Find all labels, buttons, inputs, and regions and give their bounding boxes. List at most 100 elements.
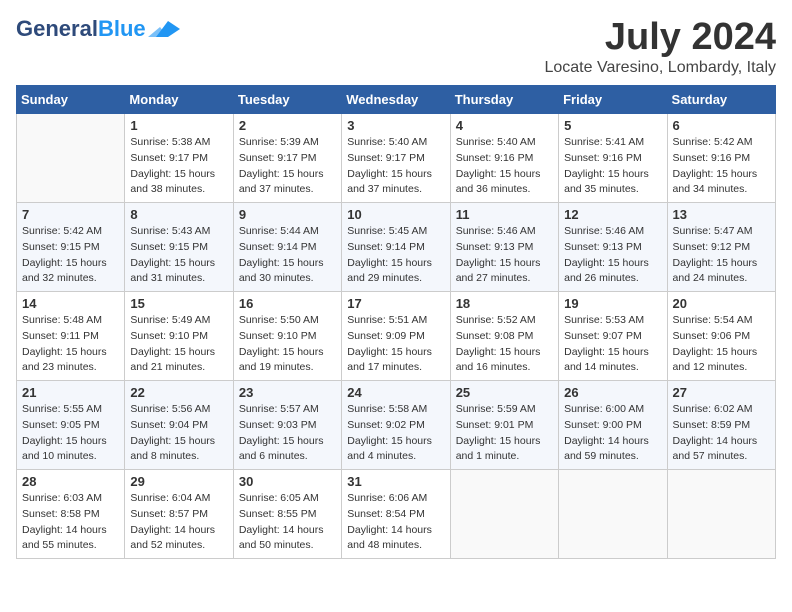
calendar-cell: 8 Sunrise: 5:43 AMSunset: 9:15 PMDaylight… [125,203,233,292]
calendar-cell [450,470,558,559]
day-number: 5 [564,118,661,133]
day-info: Sunrise: 6:06 AMSunset: 8:54 PMDaylight:… [347,491,444,554]
calendar-cell [559,470,667,559]
day-info: Sunrise: 5:38 AMSunset: 9:17 PMDaylight:… [130,135,227,198]
weekday-header-thursday: Thursday [450,86,558,114]
calendar-week-row: 14 Sunrise: 5:48 AMSunset: 9:11 PMDayligh… [17,292,776,381]
day-info: Sunrise: 5:46 AMSunset: 9:13 PMDaylight:… [564,224,661,287]
calendar-week-row: 7 Sunrise: 5:42 AMSunset: 9:15 PMDaylight… [17,203,776,292]
day-number: 1 [130,118,227,133]
calendar-cell: 16Sunrise: 5:50 AMSunset: 9:10 PMDayligh… [233,292,341,381]
day-info: Sunrise: 5:43 AMSunset: 9:15 PMDaylight:… [130,224,227,287]
day-info: Sunrise: 5:40 AMSunset: 9:16 PMDaylight:… [456,135,553,198]
calendar-cell: 6Sunrise: 5:42 AMSunset: 9:16 PMDaylight… [667,114,775,203]
calendar-cell: 20 Sunrise: 5:54 AMSunset: 9:06 PMDayligh… [667,292,775,381]
day-number: 6 [673,118,770,133]
calendar-cell: 14 Sunrise: 5:48 AMSunset: 9:11 PMDayligh… [17,292,125,381]
calendar-cell: 9 Sunrise: 5:44 AMSunset: 9:14 PMDaylight… [233,203,341,292]
day-number: 11 [456,207,553,222]
month-title: July 2024 [544,16,776,59]
calendar-cell: 12Sunrise: 5:46 AMSunset: 9:13 PMDayligh… [559,203,667,292]
weekday-header-tuesday: Tuesday [233,86,341,114]
calendar-cell: 25Sunrise: 5:59 AMSunset: 9:01 PMDayligh… [450,381,558,470]
day-number: 2 [239,118,336,133]
day-info: Sunrise: 5:42 AMSunset: 9:15 PMDaylight:… [22,224,119,287]
calendar-cell: 18 Sunrise: 5:52 AMSunset: 9:08 PMDayligh… [450,292,558,381]
day-info: Sunrise: 5:40 AMSunset: 9:17 PMDaylight:… [347,135,444,198]
day-number: 17 [347,296,444,311]
day-info: Sunrise: 5:48 AMSunset: 9:11 PMDaylight:… [22,313,119,376]
day-info: Sunrise: 5:54 AMSunset: 9:06 PMDaylight:… [673,313,770,376]
calendar-cell: 1 Sunrise: 5:38 AMSunset: 9:17 PMDaylight… [125,114,233,203]
calendar-cell: 5 Sunrise: 5:41 AMSunset: 9:16 PMDaylight… [559,114,667,203]
day-info: Sunrise: 5:52 AMSunset: 9:08 PMDaylight:… [456,313,553,376]
calendar-cell: 31Sunrise: 6:06 AMSunset: 8:54 PMDayligh… [342,470,450,559]
day-number: 14 [22,296,119,311]
day-number: 30 [239,474,336,489]
calendar-cell: 22Sunrise: 5:56 AMSunset: 9:04 PMDayligh… [125,381,233,470]
weekday-header-monday: Monday [125,86,233,114]
day-number: 29 [130,474,227,489]
day-info: Sunrise: 5:58 AMSunset: 9:02 PMDaylight:… [347,402,444,465]
calendar-table: SundayMondayTuesdayWednesdayThursdayFrid… [16,85,776,559]
logo-icon [148,19,180,39]
day-info: Sunrise: 6:05 AMSunset: 8:55 PMDaylight:… [239,491,336,554]
header: General Blue July 2024 Locate Varesino, … [16,16,776,77]
calendar-cell [17,114,125,203]
day-number: 28 [22,474,119,489]
calendar-cell: 21Sunrise: 5:55 AMSunset: 9:05 PMDayligh… [17,381,125,470]
day-number: 13 [673,207,770,222]
day-number: 27 [673,385,770,400]
calendar-cell: 13 Sunrise: 5:47 AMSunset: 9:12 PMDayligh… [667,203,775,292]
day-number: 15 [130,296,227,311]
calendar-cell: 29Sunrise: 6:04 AMSunset: 8:57 PMDayligh… [125,470,233,559]
day-info: Sunrise: 5:53 AMSunset: 9:07 PMDaylight:… [564,313,661,376]
title-block: July 2024 Locate Varesino, Lombardy, Ita… [544,16,776,77]
calendar-cell: 2 Sunrise: 5:39 AMSunset: 9:17 PMDaylight… [233,114,341,203]
calendar-header: SundayMondayTuesdayWednesdayThursdayFrid… [17,86,776,114]
weekday-header-sunday: Sunday [17,86,125,114]
calendar-cell: 10Sunrise: 5:45 AMSunset: 9:14 PMDayligh… [342,203,450,292]
day-info: Sunrise: 5:46 AMSunset: 9:13 PMDaylight:… [456,224,553,287]
day-number: 3 [347,118,444,133]
day-info: Sunrise: 5:47 AMSunset: 9:12 PMDaylight:… [673,224,770,287]
day-info: Sunrise: 5:51 AMSunset: 9:09 PMDaylight:… [347,313,444,376]
weekday-header-wednesday: Wednesday [342,86,450,114]
day-number: 20 [673,296,770,311]
day-number: 8 [130,207,227,222]
weekday-header-row: SundayMondayTuesdayWednesdayThursdayFrid… [17,86,776,114]
calendar-cell: 27Sunrise: 6:02 AMSunset: 8:59 PMDayligh… [667,381,775,470]
logo: General Blue [16,16,180,42]
calendar-cell: 26Sunrise: 6:00 AMSunset: 9:00 PMDayligh… [559,381,667,470]
calendar-cell: 7 Sunrise: 5:42 AMSunset: 9:15 PMDaylight… [17,203,125,292]
calendar-week-row: 21Sunrise: 5:55 AMSunset: 9:05 PMDayligh… [17,381,776,470]
day-info: Sunrise: 5:49 AMSunset: 9:10 PMDaylight:… [130,313,227,376]
day-info: Sunrise: 5:56 AMSunset: 9:04 PMDaylight:… [130,402,227,465]
day-info: Sunrise: 6:03 AMSunset: 8:58 PMDaylight:… [22,491,119,554]
day-number: 21 [22,385,119,400]
calendar-cell: 11 Sunrise: 5:46 AMSunset: 9:13 PMDayligh… [450,203,558,292]
calendar-cell: 15 Sunrise: 5:49 AMSunset: 9:10 PMDayligh… [125,292,233,381]
calendar-week-row: 28 Sunrise: 6:03 AMSunset: 8:58 PMDayligh… [17,470,776,559]
day-number: 9 [239,207,336,222]
day-info: Sunrise: 5:41 AMSunset: 9:16 PMDaylight:… [564,135,661,198]
calendar-cell: 30 Sunrise: 6:05 AMSunset: 8:55 PMDayligh… [233,470,341,559]
calendar-cell: 17 Sunrise: 5:51 AMSunset: 9:09 PMDayligh… [342,292,450,381]
day-number: 4 [456,118,553,133]
calendar-cell: 19 Sunrise: 5:53 AMSunset: 9:07 PMDayligh… [559,292,667,381]
calendar-cell [667,470,775,559]
day-info: Sunrise: 5:45 AMSunset: 9:14 PMDaylight:… [347,224,444,287]
day-number: 16 [239,296,336,311]
day-info: Sunrise: 5:39 AMSunset: 9:17 PMDaylight:… [239,135,336,198]
day-number: 18 [456,296,553,311]
day-number: 26 [564,385,661,400]
calendar-cell: 28 Sunrise: 6:03 AMSunset: 8:58 PMDayligh… [17,470,125,559]
logo-general: General [16,16,98,42]
calendar-cell: 24Sunrise: 5:58 AMSunset: 9:02 PMDayligh… [342,381,450,470]
day-number: 7 [22,207,119,222]
day-number: 19 [564,296,661,311]
weekday-header-saturday: Saturday [667,86,775,114]
day-info: Sunrise: 5:44 AMSunset: 9:14 PMDaylight:… [239,224,336,287]
calendar-body: 1 Sunrise: 5:38 AMSunset: 9:17 PMDaylight… [17,114,776,559]
calendar-week-row: 1 Sunrise: 5:38 AMSunset: 9:17 PMDaylight… [17,114,776,203]
